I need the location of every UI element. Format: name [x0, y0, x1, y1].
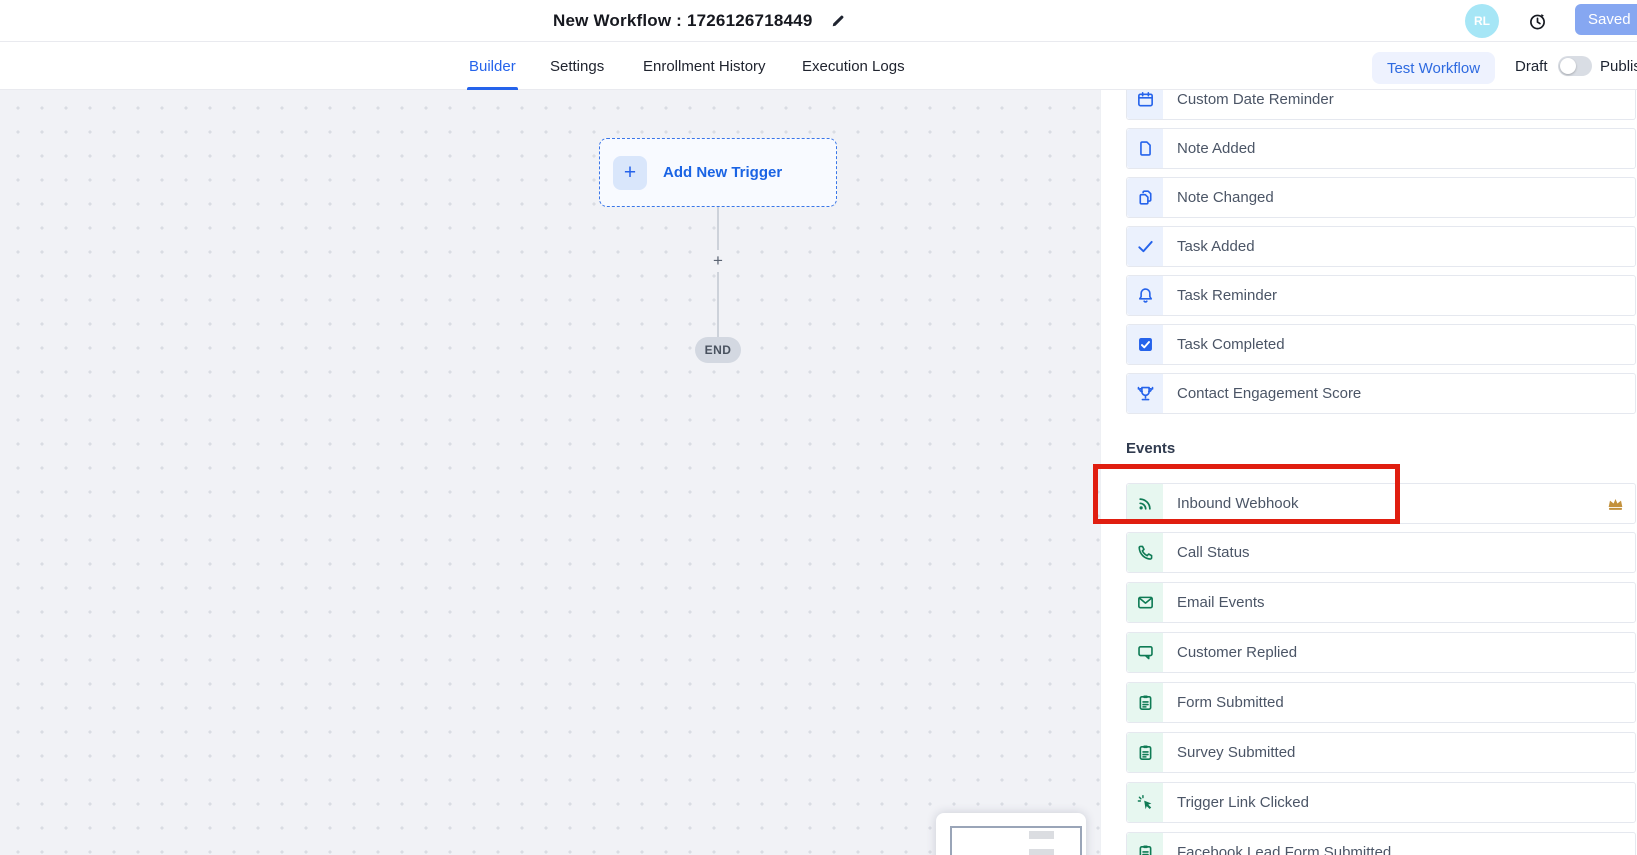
- note-icon: [1127, 129, 1163, 168]
- trigger-item-label: Form Submitted: [1177, 694, 1284, 711]
- history-icon[interactable]: [1526, 10, 1548, 32]
- calendar-icon: [1127, 90, 1163, 119]
- trigger-item-label: Email Events: [1177, 594, 1265, 611]
- trigger-item-task-completed[interactable]: Task Completed: [1126, 324, 1636, 365]
- events-section-heading: Events: [1126, 440, 1175, 457]
- publish-toggle[interactable]: [1558, 56, 1592, 76]
- draft-label: Draft: [1515, 42, 1548, 90]
- task-completed-icon: [1127, 325, 1163, 364]
- trigger-item-label: Contact Engagement Score: [1177, 385, 1361, 402]
- add-step-plus-button[interactable]: +: [703, 250, 733, 272]
- trigger-item-label: Custom Date Reminder: [1177, 91, 1334, 108]
- trigger-item-label: Task Added: [1177, 238, 1255, 255]
- publish-label: Publish: [1600, 42, 1637, 90]
- cursor-click-icon: [1127, 783, 1163, 822]
- phone-icon: [1127, 533, 1163, 572]
- test-workflow-button[interactable]: Test Workflow: [1372, 52, 1495, 84]
- trigger-item-email-events[interactable]: Email Events: [1126, 582, 1636, 623]
- trigger-item-label: Task Reminder: [1177, 287, 1277, 304]
- trigger-item-label: Facebook Lead Form Submitted: [1177, 844, 1391, 855]
- trigger-item-survey-submitted[interactable]: Survey Submitted: [1126, 732, 1636, 773]
- trigger-item-label: Note Added: [1177, 140, 1255, 157]
- minimap-node: [1029, 831, 1054, 839]
- trigger-item-label: Customer Replied: [1177, 644, 1297, 661]
- minimap-node: [1029, 849, 1054, 855]
- trigger-item-label: Task Completed: [1177, 336, 1285, 353]
- top-header: New Workflow : 1726126718449 RL Saved: [0, 0, 1637, 42]
- trigger-item-contact-engagement-score[interactable]: Contact Engagement Score: [1126, 373, 1636, 414]
- chat-icon: [1127, 633, 1163, 672]
- tab-execution-logs[interactable]: Execution Logs: [802, 42, 905, 90]
- avatar[interactable]: RL: [1465, 4, 1499, 38]
- trigger-item-customer-replied[interactable]: Customer Replied: [1126, 632, 1636, 673]
- workflow-canvas[interactable]: + Add New Trigger + END: [0, 90, 1100, 855]
- add-new-trigger-label: Add New Trigger: [663, 164, 782, 181]
- tab-enrollment-history[interactable]: Enrollment History: [643, 42, 766, 90]
- trigger-item-custom-date-reminder[interactable]: Custom Date Reminder: [1126, 90, 1636, 120]
- trigger-item-label: Note Changed: [1177, 189, 1274, 206]
- toggle-knob: [1560, 58, 1576, 74]
- bell-icon: [1127, 276, 1163, 315]
- webhook-icon: [1127, 484, 1163, 523]
- check-icon: [1127, 227, 1163, 266]
- premium-crown-icon: [1606, 495, 1625, 514]
- trigger-item-form-submitted[interactable]: Form Submitted: [1126, 682, 1636, 723]
- trigger-item-label: Call Status: [1177, 544, 1250, 561]
- trigger-item-label: Inbound Webhook: [1177, 495, 1299, 512]
- trophy-icon: [1127, 374, 1163, 413]
- trigger-item-facebook-lead-form-submitted[interactable]: Facebook Lead Form Submitted: [1126, 832, 1636, 855]
- email-icon: [1127, 583, 1163, 622]
- trigger-item-task-added[interactable]: Task Added: [1126, 226, 1636, 267]
- trigger-item-task-reminder[interactable]: Task Reminder: [1126, 275, 1636, 316]
- trigger-item-label: Survey Submitted: [1177, 744, 1295, 761]
- add-new-trigger-button[interactable]: + Add New Trigger: [599, 138, 837, 207]
- edit-title-icon[interactable]: [830, 13, 846, 29]
- note-copy-icon: [1127, 178, 1163, 217]
- trigger-item-note-changed[interactable]: Note Changed: [1126, 177, 1636, 218]
- trigger-item-call-status[interactable]: Call Status: [1126, 532, 1636, 573]
- triggers-sidebar: Custom Date Reminder Note Added Note Cha…: [1100, 90, 1637, 855]
- trigger-item-label: Trigger Link Clicked: [1177, 794, 1309, 811]
- minimap[interactable]: [936, 813, 1086, 855]
- end-node: END: [695, 337, 741, 363]
- tab-settings[interactable]: Settings: [550, 42, 604, 90]
- plus-icon: +: [613, 156, 647, 190]
- tab-bar: Builder Settings Enrollment History Exec…: [0, 42, 1637, 90]
- connector-line: [717, 207, 719, 339]
- minimap-viewport: [950, 826, 1082, 855]
- clipboard-icon: [1127, 683, 1163, 722]
- saved-button[interactable]: Saved: [1575, 4, 1637, 35]
- tab-builder[interactable]: Builder: [469, 42, 516, 90]
- trigger-item-trigger-link-clicked[interactable]: Trigger Link Clicked: [1126, 782, 1636, 823]
- clipboard-icon: [1127, 733, 1163, 772]
- workflow-title-group: New Workflow : 1726126718449: [553, 0, 846, 42]
- clipboard-icon: [1127, 833, 1163, 855]
- trigger-item-note-added[interactable]: Note Added: [1126, 128, 1636, 169]
- page-title: New Workflow : 1726126718449: [553, 11, 812, 31]
- trigger-item-inbound-webhook[interactable]: Inbound Webhook: [1126, 483, 1636, 524]
